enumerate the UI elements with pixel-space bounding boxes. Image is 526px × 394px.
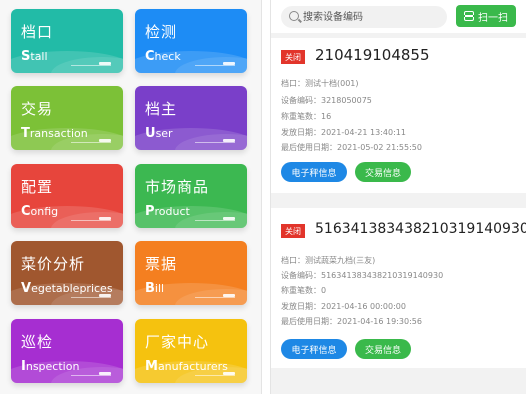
tile-manufacturers[interactable]: 厂家中心 Manufacturers: [135, 319, 247, 383]
tile-en-label: Product: [145, 204, 190, 219]
tile-stall[interactable]: 档口 Stall: [11, 9, 123, 73]
issue-date-info: 发放日期：2021-04-16 00:00:00: [281, 302, 406, 311]
tile-underline: [195, 375, 235, 376]
tile-en-label: Manufacturers: [145, 359, 228, 374]
device-title: 5163413834382103191409​30: [315, 221, 526, 237]
tile-underline: [195, 220, 235, 221]
trade-info-button[interactable]: 交易信息: [355, 339, 411, 359]
device-code-info: 设备编码：3218050075: [281, 96, 372, 105]
status-badge: 关闭: [281, 50, 305, 64]
tile-underline: [71, 142, 111, 143]
tile-dash: [223, 217, 235, 220]
tile-cn-label: 档主: [145, 100, 178, 118]
tile-en-label: Bill: [145, 281, 165, 296]
issue-date-info: 发放日期：2021-04-21 13:40:11: [281, 128, 406, 137]
tile-bill[interactable]: 票据 Bill: [135, 241, 247, 305]
tile-inspection[interactable]: 巡检 Inspection: [11, 319, 123, 383]
tile-en-label: Check: [145, 49, 181, 64]
tile-dash: [223, 62, 235, 65]
tile-config[interactable]: 配置 Config: [11, 164, 123, 228]
tile-dash: [99, 62, 111, 65]
tile-underline: [71, 297, 111, 298]
tile-cn-label: 市场商品: [145, 178, 210, 196]
tile-en-label: User: [145, 126, 173, 141]
menu-panel: 档口 Stall 检测 Check 交易 Transaction 档主 User…: [0, 0, 262, 394]
tile-transaction[interactable]: 交易 Transaction: [11, 86, 123, 150]
tile-dash: [223, 294, 235, 297]
tile-en-label: Config: [21, 204, 59, 219]
tile-en-label: Inspection: [21, 359, 80, 374]
last-used-info: 最后使用日期：2021-04-16 19:30:56: [281, 317, 422, 326]
tile-underline: [195, 142, 235, 143]
device-card: 关闭 210419104855 档口：测试十档(001) 设备编码：321805…: [271, 38, 526, 193]
tile-cn-label: 交易: [21, 100, 54, 118]
scale-info-button[interactable]: 电子秤信息: [281, 339, 347, 359]
tile-dash: [99, 372, 111, 375]
search-box[interactable]: [281, 6, 447, 28]
scan-icon: [463, 11, 475, 21]
tile-cn-label: 菜价分析: [21, 255, 86, 273]
device-code-info: 设备编码：516341383438210319140930: [281, 271, 444, 280]
tile-cn-label: 厂家中心: [145, 333, 210, 351]
tile-dash: [223, 139, 235, 142]
tile-product[interactable]: 市场商品 Product: [135, 164, 247, 228]
device-card: 关闭 5163413834382103191409​30 档口：测试蔬菜九档(三…: [271, 208, 526, 368]
tile-vegetableprices[interactable]: 菜价分析 Vegetableprices: [11, 241, 123, 305]
search-bar: 扫一扫: [271, 0, 526, 33]
tile-user[interactable]: 档主 User: [135, 86, 247, 150]
tile-en-label: Stall: [21, 49, 48, 64]
stall-info: 档口：测试十档(001): [281, 79, 359, 88]
status-badge: 关闭: [281, 224, 305, 238]
scale-info-button[interactable]: 电子秤信息: [281, 162, 347, 182]
last-used-info: 最后使用日期：2021-05-02 21:55:50: [281, 143, 422, 152]
tile-cn-label: 配置: [21, 178, 54, 196]
weigh-count-info: 称重笔数：16: [281, 112, 332, 121]
search-icon: [289, 11, 299, 21]
tile-dash: [99, 294, 111, 297]
trade-info-button[interactable]: 交易信息: [355, 162, 411, 182]
scan-button-label: 扫一扫: [478, 12, 508, 24]
tile-underline: [71, 65, 111, 66]
tile-dash: [99, 217, 111, 220]
device-list-panel: 扫一扫 关闭 210419104855 档口：测试十档(001) 设备编码：32…: [270, 0, 526, 394]
weigh-count-info: 称重笔数：0: [281, 286, 327, 295]
tile-underline: [195, 297, 235, 298]
tile-underline: [71, 220, 111, 221]
tile-cn-label: 票据: [145, 255, 178, 273]
tile-check[interactable]: 检测 Check: [135, 9, 247, 73]
tile-dash: [99, 139, 111, 142]
tile-en-label: Transaction: [21, 126, 88, 141]
tile-cn-label: 检测: [145, 23, 178, 41]
tile-cn-label: 档口: [21, 23, 54, 41]
stall-info: 档口：测试蔬菜九档(三友): [281, 256, 376, 265]
tile-underline: [195, 65, 235, 66]
tile-cn-label: 巡检: [21, 333, 54, 351]
device-title: 210419104855: [315, 46, 430, 64]
tile-dash: [223, 372, 235, 375]
scan-button[interactable]: 扫一扫: [456, 5, 516, 27]
tile-underline: [71, 375, 111, 376]
search-input[interactable]: [303, 8, 441, 26]
